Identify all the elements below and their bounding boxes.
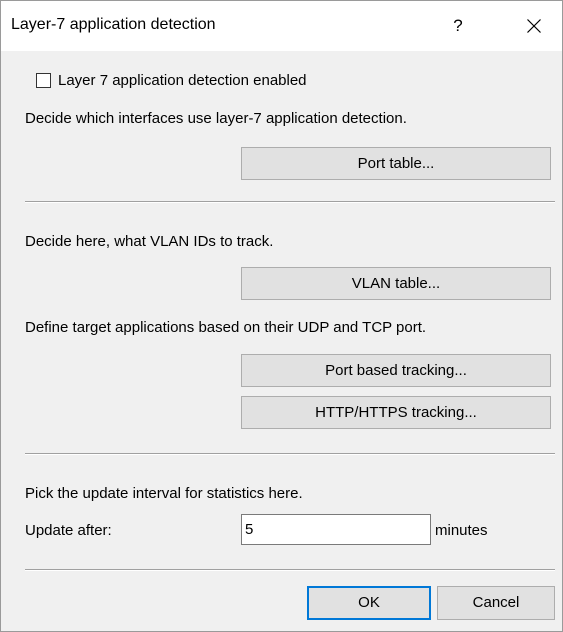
port-based-tracking-button[interactable]: Port based tracking...	[241, 354, 551, 387]
applications-description: Define target applications based on thei…	[25, 319, 427, 336]
update-interval-input[interactable]	[241, 514, 431, 545]
help-icon: ?	[453, 16, 463, 35]
detection-enabled-checkbox[interactable]	[36, 73, 51, 88]
update-after-label: Update after:	[25, 522, 112, 539]
detection-enabled-label[interactable]: Layer 7 application detection enabled	[58, 72, 307, 89]
separator	[25, 453, 555, 455]
close-icon	[527, 19, 541, 33]
title-bar: Layer-7 application detection ?	[1, 1, 562, 51]
ok-button[interactable]: OK	[307, 586, 431, 620]
port-table-button[interactable]: Port table...	[241, 147, 551, 180]
statistics-description: Pick the update interval for statistics …	[25, 485, 303, 502]
layer7-dialog: Layer-7 application detection ? Layer 7 …	[0, 0, 563, 632]
close-button[interactable]	[517, 7, 551, 45]
minutes-unit-label: minutes	[435, 522, 488, 539]
vlan-table-button[interactable]: VLAN table...	[241, 267, 551, 300]
help-button[interactable]: ?	[441, 7, 475, 45]
interfaces-description: Decide which interfaces use layer-7 appl…	[25, 110, 407, 127]
vlan-description: Decide here, what VLAN IDs to track.	[25, 233, 274, 250]
cancel-button[interactable]: Cancel	[437, 586, 555, 620]
dialog-title: Layer-7 application detection	[11, 16, 216, 33]
separator	[25, 201, 555, 203]
separator	[25, 569, 555, 571]
http-https-tracking-button[interactable]: HTTP/HTTPS tracking...	[241, 396, 551, 429]
